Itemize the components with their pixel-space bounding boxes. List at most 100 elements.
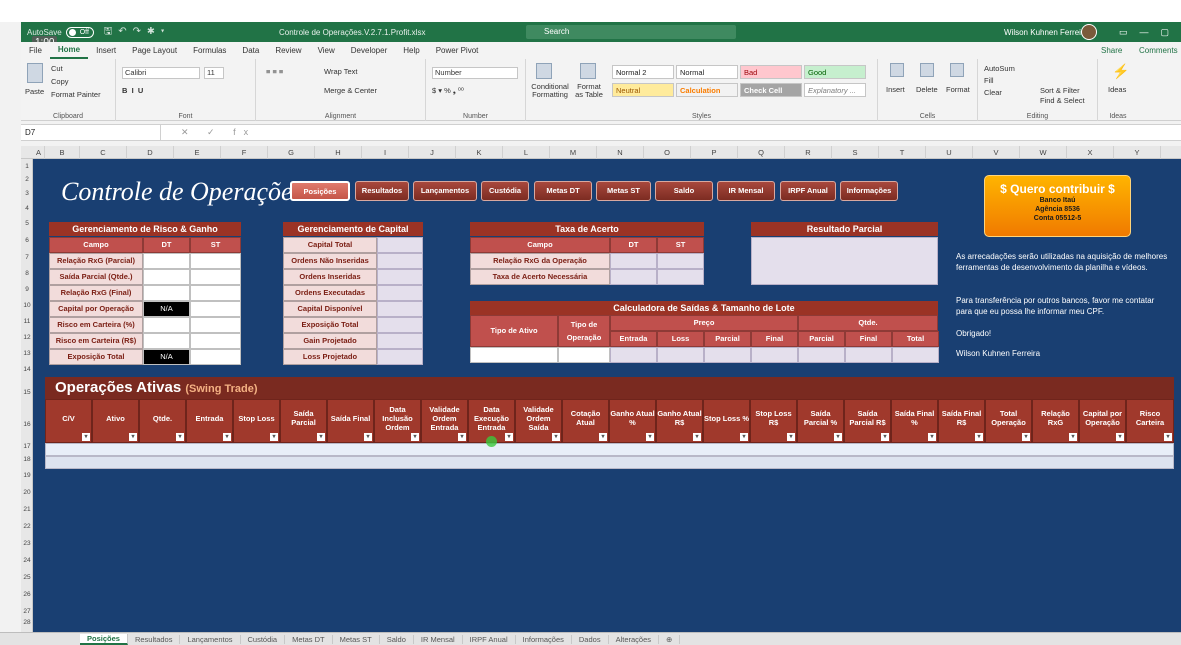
filter-dropdown-icon[interactable]: ▾ [693, 433, 701, 441]
ops-header-18[interactable]: Saída Final % ▾ [891, 399, 938, 443]
ops-row-18[interactable] [45, 456, 1174, 469]
merge-center-button[interactable]: Merge & Center [324, 86, 377, 95]
calc-value-1[interactable] [657, 347, 704, 363]
col-header-x[interactable]: X [1067, 146, 1114, 159]
risk-dt-na-6[interactable]: N/A [143, 349, 190, 365]
nav-resultados[interactable]: Resultados [355, 181, 409, 201]
row-header-14[interactable]: 14 [21, 366, 33, 373]
col-header-j[interactable]: J [409, 146, 456, 159]
risk-st-cell-6[interactable] [190, 349, 241, 365]
tab-file[interactable]: File [21, 46, 50, 55]
row-header-15[interactable]: 15 [21, 389, 33, 396]
ops-header-2[interactable]: Qtde. ▾ [139, 399, 186, 443]
col-header-q[interactable]: Q [738, 146, 785, 159]
row-header-21[interactable]: 21 [21, 506, 33, 513]
filter-dropdown-icon[interactable]: ▾ [317, 433, 325, 441]
tab-help[interactable]: Help [395, 46, 427, 55]
capital-value-2[interactable] [377, 269, 423, 285]
row-header-28[interactable]: 28 [21, 619, 33, 626]
capital-value-3[interactable] [377, 285, 423, 301]
nav-posi-es[interactable]: Posições [290, 181, 350, 201]
risk-st-cell-1[interactable] [190, 269, 241, 285]
name-box[interactable]: D7 [21, 125, 161, 141]
ops-header-1[interactable]: Ativo ▾ [92, 399, 139, 443]
row-header-20[interactable]: 20 [21, 489, 33, 496]
format-button[interactable]: Format [946, 85, 970, 94]
col-header-i[interactable]: I [362, 146, 409, 159]
capital-value-1[interactable] [377, 253, 423, 269]
nav-informa-es[interactable]: Informações [840, 181, 898, 201]
fill-button[interactable]: Fill [984, 76, 994, 85]
filter-dropdown-icon[interactable]: ▾ [552, 433, 560, 441]
calc-value-3[interactable] [751, 347, 798, 363]
contribute-box[interactable]: $ Quero contribuir $ Banco Itaú Agência … [984, 175, 1131, 237]
format-painter-button[interactable]: Format Painter [51, 90, 101, 99]
row-header-26[interactable]: 26 [21, 591, 33, 598]
conditional-formatting-icon[interactable] [536, 63, 552, 79]
ops-header-17[interactable]: Saída Parcial R$ ▾ [844, 399, 891, 443]
ops-header-14[interactable]: Stop Loss % ▾ [703, 399, 750, 443]
col-header-u[interactable]: U [926, 146, 973, 159]
calc-input-tipo-ativo[interactable] [470, 347, 558, 363]
row-header-25[interactable]: 25 [21, 574, 33, 581]
sheet-tab-11[interactable]: Alterações [609, 634, 660, 644]
style-normal-2[interactable]: Normal 2 [612, 65, 674, 79]
tab-formulas[interactable]: Formulas [185, 46, 234, 55]
row-header-16[interactable]: 16 [21, 421, 33, 428]
ideas-icon[interactable]: ⚡ [1112, 63, 1129, 80]
ops-header-11[interactable]: Cotação Atual ▾ [562, 399, 609, 443]
tab-power-pivot[interactable]: Power Pivot [428, 46, 487, 55]
filter-dropdown-icon[interactable]: ▾ [1116, 433, 1124, 441]
clear-button[interactable]: Clear [984, 88, 1002, 97]
risk-dt-cell-4[interactable] [143, 317, 190, 333]
row-header-7[interactable]: 7 [21, 254, 33, 261]
row-header-22[interactable]: 22 [21, 523, 33, 530]
capital-value-4[interactable] [377, 301, 423, 317]
cut-button[interactable]: Cut [51, 64, 63, 73]
col-header-d[interactable]: D [127, 146, 174, 159]
filter-dropdown-icon[interactable]: ▾ [599, 433, 607, 441]
tab-review[interactable]: Review [267, 46, 309, 55]
risk-dt-cell-5[interactable] [143, 333, 190, 349]
style-calculation[interactable]: Calculation [676, 83, 738, 97]
filter-dropdown-icon[interactable]: ▾ [364, 433, 372, 441]
taxa-st-1[interactable] [657, 269, 704, 285]
filter-dropdown-icon[interactable]: ▾ [975, 433, 983, 441]
calc-input-tipo-operacao[interactable] [558, 347, 610, 363]
ops-header-10[interactable]: Validade Ordem Saída ▾ [515, 399, 562, 443]
style-normal[interactable]: Normal [676, 65, 738, 79]
filter-dropdown-icon[interactable]: ▾ [505, 433, 513, 441]
nav-ir-mensal[interactable]: IR Mensal [717, 181, 775, 201]
style-bad[interactable]: Bad [740, 65, 802, 79]
ops-header-21[interactable]: Relação RxG ▾ [1032, 399, 1079, 443]
ops-header-7[interactable]: Data Inclusão Ordem ▾ [374, 399, 421, 443]
col-header-e[interactable]: E [174, 146, 221, 159]
sheet-tab-3[interactable]: Custódia [241, 634, 286, 644]
style-good[interactable]: Good [804, 65, 866, 79]
calc-value-6[interactable] [892, 347, 939, 363]
capital-value-6[interactable] [377, 333, 423, 349]
row-header-5[interactable]: 5 [21, 220, 33, 227]
ops-header-23[interactable]: Risco Carteira ▾ [1126, 399, 1174, 443]
col-header-v[interactable]: V [973, 146, 1020, 159]
format-as-table-button[interactable]: Format as Table [574, 83, 604, 99]
ops-header-19[interactable]: Saída Final R$ ▾ [938, 399, 985, 443]
user-name[interactable]: Wilson Kuhnen Ferreira [1004, 28, 1088, 37]
row-header-17[interactable]: 17 [21, 443, 33, 450]
ops-header-20[interactable]: Total Operação ▾ [985, 399, 1032, 443]
filter-dropdown-icon[interactable]: ▾ [834, 433, 842, 441]
row-header-12[interactable]: 12 [21, 334, 33, 341]
align-icons[interactable]: ≡ ≡ ≡ [266, 67, 283, 76]
col-header-g[interactable]: G [268, 146, 315, 159]
risk-dt-na-3[interactable]: N/A [143, 301, 190, 317]
nav-irpf-anual[interactable]: IRPF Anual [780, 181, 836, 201]
ops-header-5[interactable]: Saída Parcial ▾ [280, 399, 327, 443]
col-header-m[interactable]: M [550, 146, 597, 159]
delete-button[interactable]: Delete [916, 85, 938, 94]
nav-saldo[interactable]: Saldo [655, 181, 713, 201]
ops-header-12[interactable]: Ganho Atual % ▾ [609, 399, 656, 443]
search-box[interactable]: Search [526, 25, 736, 39]
copy-button[interactable]: Copy [51, 77, 69, 86]
sheet-tab-0[interactable]: Posições [80, 633, 128, 645]
capital-value-5[interactable] [377, 317, 423, 333]
